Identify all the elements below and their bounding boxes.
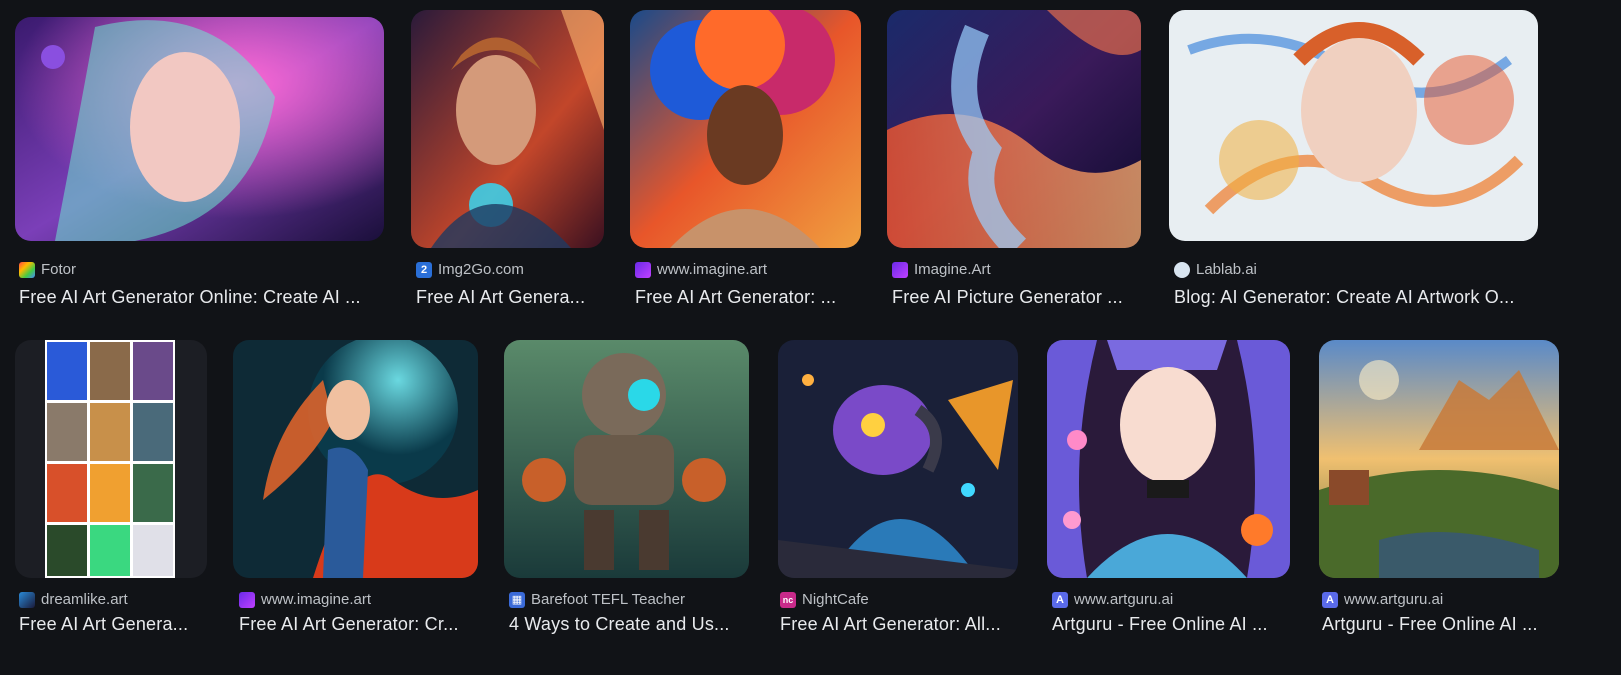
result-source[interactable]: www.artguru.ai [1344,591,1443,608]
image-result[interactable]: A www.artguru.ai Artguru - Free Online A… [1300,330,1621,675]
result-source[interactable]: dreamlike.art [41,591,128,608]
image-result[interactable]: 2 Img2Go.com Free AI Art Genera... [400,0,610,320]
result-thumbnail[interactable] [233,340,478,578]
result-title[interactable]: Artguru - Free Online AI ... [1322,614,1562,635]
result-source[interactable]: Imagine.Art [914,261,991,278]
result-title[interactable]: Free AI Art Generator: Cr... [239,614,479,635]
image-result[interactable]: nc NightCafe Free AI Art Generator: All.… [760,330,1030,675]
image-result[interactable]: www.imagine.art Free AI Art Generator: C… [220,330,490,675]
result-thumbnail[interactable] [778,340,1018,578]
image-results-grid: Fotor Free AI Art Generator Online: Crea… [0,0,1621,675]
result-thumbnail[interactable] [630,10,861,248]
result-title[interactable]: Free AI Art Generator: All... [780,614,1020,635]
artguru-icon: A [1052,591,1068,608]
image-result[interactable]: dreamlike.art Free AI Art Genera... [0,330,220,675]
result-thumbnail[interactable] [15,17,384,241]
image-result[interactable]: Imagine.Art Free AI Picture Generator ..… [870,0,1160,320]
result-source[interactable]: Img2Go.com [438,261,524,278]
result-source[interactable]: Lablab.ai [1196,261,1257,278]
result-source[interactable]: www.artguru.ai [1074,591,1173,608]
imagine-icon [239,591,255,608]
result-thumbnail[interactable] [1047,340,1290,578]
img2go-icon: 2 [416,261,432,278]
image-result[interactable]: Fotor Free AI Art Generator Online: Crea… [0,0,400,320]
result-thumbnail[interactable] [15,340,207,578]
result-title[interactable]: Free AI Art Generator: ... [635,287,865,308]
result-source[interactable]: Barefoot TEFL Teacher [531,591,685,608]
imagine-icon [892,261,908,278]
artguru-icon: A [1322,591,1338,608]
result-title[interactable]: Blog: AI Generator: Create AI Artwork O.… [1174,287,1539,308]
result-title[interactable]: Free AI Art Generator Online: Create AI … [19,287,389,308]
barefoot-icon: ▦ [509,591,525,608]
result-title[interactable]: Artguru - Free Online AI ... [1052,614,1292,635]
lablab-icon [1174,261,1190,278]
result-title[interactable]: Free AI Art Genera... [416,287,602,308]
fotor-icon [19,261,35,278]
result-source[interactable]: www.imagine.art [657,261,767,278]
result-source[interactable]: www.imagine.art [261,591,371,608]
image-result[interactable]: Lablab.ai Blog: AI Generator: Create AI … [1160,0,1560,320]
result-source[interactable]: NightCafe [802,591,869,608]
result-thumbnail[interactable] [1319,340,1559,578]
result-title[interactable]: Free AI Art Genera... [19,614,204,635]
result-title[interactable]: 4 Ways to Create and Us... [509,614,749,635]
imagine-icon [635,261,651,278]
result-thumbnail[interactable] [504,340,749,578]
image-result[interactable]: www.imagine.art Free AI Art Generator: .… [610,0,870,320]
result-thumbnail[interactable] [411,10,604,248]
image-result[interactable]: A www.artguru.ai Artguru - Free Online A… [1030,330,1300,675]
result-thumbnail[interactable] [1169,10,1538,241]
nightcafe-icon: nc [780,591,796,608]
result-source[interactable]: Fotor [41,261,76,278]
result-title[interactable]: Free AI Picture Generator ... [892,287,1142,308]
image-result[interactable]: ▦ Barefoot TEFL Teacher 4 Ways to Create… [490,330,760,675]
dreamlike-icon [19,591,35,608]
result-thumbnail[interactable] [887,10,1141,248]
